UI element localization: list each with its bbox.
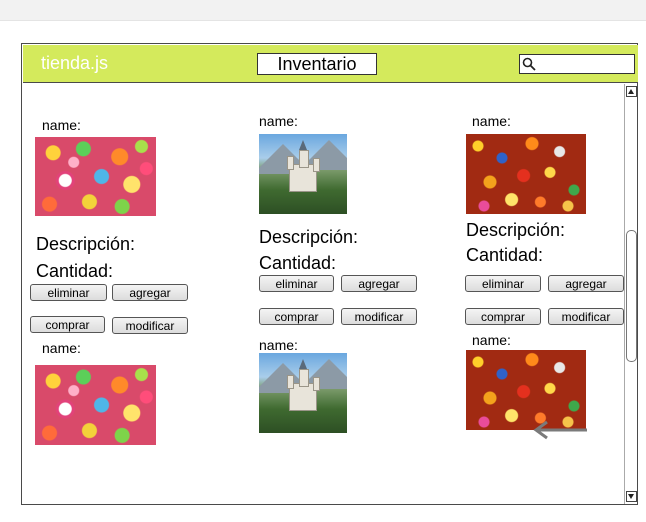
product-name-label: name: [259, 337, 298, 353]
product-quantity-label: Cantidad: [466, 245, 544, 265]
comprar-button[interactable]: comprar [259, 308, 334, 325]
header-bar: tienda.js Inventario [23, 45, 638, 83]
product-description-label: Descripción: [466, 220, 566, 240]
product-name-label: name: [42, 340, 81, 356]
product-image-candy-lollipops [35, 365, 156, 445]
agregar-button[interactable]: agregar [548, 275, 624, 292]
comprar-button[interactable]: comprar [465, 308, 541, 325]
modificar-button[interactable]: modificar [112, 317, 188, 334]
eliminar-button[interactable]: eliminar [259, 275, 334, 292]
brand-logo[interactable]: tienda.js [41, 53, 108, 74]
product-name-label: name: [259, 113, 298, 129]
product-quantity-label: Cantidad: [259, 253, 337, 273]
product-name-label: name: [472, 332, 511, 348]
vertical-scrollbar[interactable] [624, 84, 637, 504]
product-quantity-label: Cantidad: [36, 261, 114, 281]
product-image-candy-corn [466, 350, 586, 430]
product-image-castle [259, 353, 347, 433]
product-image-candy-corn [466, 134, 586, 214]
browser-top-strip [0, 0, 646, 21]
arrow-left-icon[interactable] [533, 420, 589, 440]
search-icon [522, 57, 536, 71]
page-title: Inventario [257, 53, 377, 75]
scrollbar-thumb[interactable] [626, 230, 637, 362]
product-image-castle [259, 134, 347, 214]
modificar-button[interactable]: modificar [341, 308, 417, 325]
scroll-up-icon[interactable] [626, 86, 637, 97]
scroll-down-icon[interactable] [626, 491, 637, 502]
product-name-label: name: [472, 113, 511, 129]
product-description-label: Descripción: [259, 227, 359, 247]
product-image-candy-lollipops [35, 137, 156, 216]
agregar-button[interactable]: agregar [341, 275, 417, 292]
eliminar-button[interactable]: eliminar [465, 275, 541, 292]
product-description-label: Descripción: [36, 234, 136, 254]
eliminar-button[interactable]: eliminar [30, 284, 107, 301]
product-name-label: name: [42, 117, 81, 133]
modificar-button[interactable]: modificar [548, 308, 624, 325]
comprar-button[interactable]: comprar [30, 316, 105, 333]
agregar-button[interactable]: agregar [112, 284, 188, 301]
search-input[interactable] [519, 54, 635, 74]
